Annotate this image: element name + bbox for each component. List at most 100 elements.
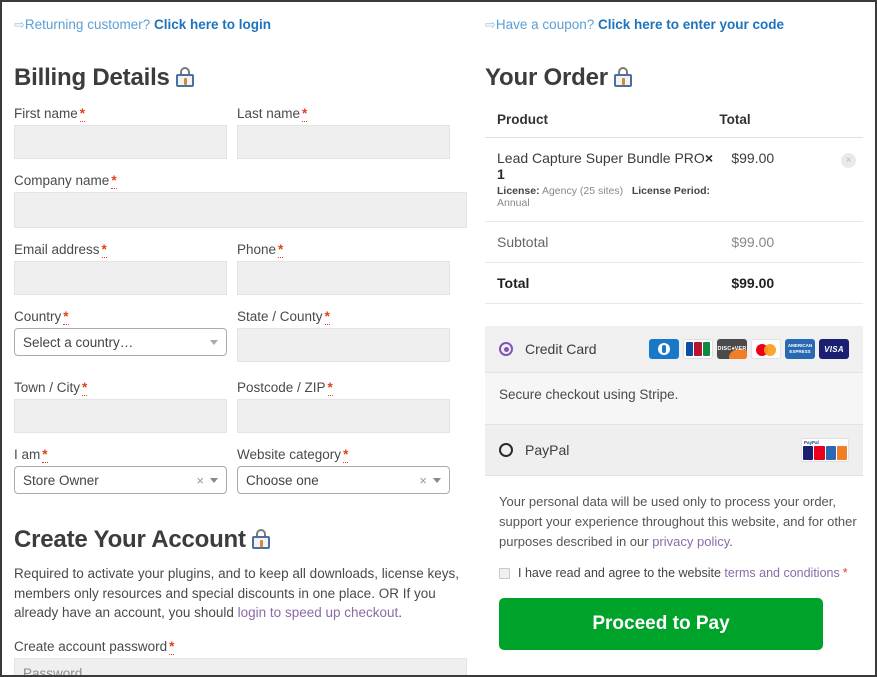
country-label: Country * (14, 309, 227, 325)
i-am-select[interactable]: Store Owner × (14, 466, 227, 494)
country-label-text: Country (14, 309, 62, 324)
i-am-select-value: Store Owner (23, 472, 99, 488)
order-item-name-text: Lead Capture Super Bundle PRO (497, 150, 705, 166)
city-input[interactable] (14, 399, 227, 433)
phone-label: Phone * (237, 242, 450, 258)
visa-icon: VISA (819, 339, 849, 359)
subtotal-value: $99.00 (719, 221, 829, 263)
create-account-description-part2: . (398, 605, 403, 620)
required-marker: * (101, 242, 107, 258)
last-name-field-group: Last name * (237, 106, 450, 159)
required-marker: * (278, 242, 284, 258)
american-express-icon: AMERICAN EXPRESS (785, 339, 815, 359)
last-name-label-text: Last name (237, 106, 301, 121)
required-marker: * (169, 638, 175, 655)
remove-item-icon[interactable]: × (841, 153, 856, 168)
order-item-remove-cell: × (829, 137, 863, 222)
first-name-label: First name * (14, 106, 227, 122)
subtotal-row: Subtotal $99.00 (485, 221, 863, 263)
your-order-heading: Your Order (485, 64, 863, 92)
card-logos: DISC●VER AMERICAN EXPRESS VISA (649, 339, 849, 359)
license-meta-value: Agency (25 sites) (541, 185, 624, 197)
phone-label-text: Phone (237, 242, 277, 257)
website-category-label: Website category * (237, 447, 450, 463)
city-label: Town / City * (14, 380, 227, 396)
terms-text-part1: I have read and agree to the website (518, 566, 725, 580)
last-name-label: Last name * (237, 106, 450, 122)
payment-method-credit-card[interactable]: Credit Card DISC●VER AMERICAN EXPRESS VIS… (485, 326, 863, 373)
state-input[interactable] (237, 328, 450, 362)
order-item-name: Lead Capture Super Bundle PRO× 1 (497, 150, 719, 182)
checkout-page: ⇨Returning customer? Click here to login… (0, 0, 877, 677)
country-field-group: Country * Select a country… (14, 309, 227, 362)
website-category-label-text: Website category (237, 447, 342, 462)
order-column: ⇨Have a coupon? Click here to enter your… (479, 2, 875, 675)
license-meta-key: License: (497, 185, 540, 197)
total-label: Total (485, 262, 720, 304)
payment-methods-box: Credit Card DISC●VER AMERICAN EXPRESS VIS… (485, 326, 863, 476)
total-column-header: Total (719, 106, 829, 138)
postcode-input[interactable] (237, 399, 450, 433)
credit-card-label: Credit Card (525, 341, 597, 357)
login-speed-up-link[interactable]: login to speed up checkout (238, 605, 399, 620)
password-input[interactable] (14, 657, 467, 675)
order-item-meta: License: Agency (25 sites) License Perio… (497, 185, 719, 209)
password-label: Create account password * (14, 638, 467, 655)
i-am-label: I am * (14, 447, 227, 463)
terms-checkbox[interactable] (499, 568, 510, 579)
privacy-policy-link[interactable]: privacy policy (652, 534, 729, 549)
login-link[interactable]: Click here to login (154, 17, 271, 32)
lock-icon (614, 67, 633, 87)
first-name-field-group: First name * (14, 106, 227, 159)
license-period-meta-key: License Period: (631, 185, 711, 197)
email-label-text: Email address (14, 242, 100, 257)
city-field-group: Town / City * (14, 380, 227, 433)
billing-column: ⇨Returning customer? Click here to login… (2, 2, 479, 675)
total-value: $99.00 (719, 262, 829, 304)
order-table-header-row: Product Total (485, 106, 863, 138)
right-arrow-icon: ⇨ (14, 17, 25, 32)
website-category-select[interactable]: Choose one × (237, 466, 450, 494)
required-marker: * (63, 309, 69, 325)
company-name-input[interactable] (14, 192, 467, 228)
order-review-table: Product Total Lead Capture Super Bundle … (485, 106, 863, 304)
country-select-value: Select a country… (23, 334, 134, 350)
paypal-brand-text: PayPal (804, 440, 819, 445)
terms-and-conditions-link[interactable]: terms and conditions (724, 566, 839, 580)
lock-icon (252, 529, 271, 549)
email-input[interactable] (14, 261, 227, 295)
chevron-down-icon (210, 477, 218, 483)
billing-details-heading: Billing Details (14, 64, 467, 92)
coupon-link[interactable]: Click here to enter your code (598, 17, 784, 32)
order-line-item: Lead Capture Super Bundle PRO× 1 License… (485, 137, 863, 222)
order-item-price: $99.00 (719, 137, 829, 222)
state-label-text: State / County (237, 309, 323, 324)
company-name-field-group: Company name * (14, 173, 467, 228)
chevron-down-icon (210, 339, 218, 345)
mastercard-icon (751, 339, 781, 359)
phone-input[interactable] (237, 261, 450, 295)
your-order-heading-text: Your Order (485, 64, 608, 91)
required-marker: * (111, 173, 117, 189)
paypal-icon: PayPal (801, 438, 849, 462)
last-name-input[interactable] (237, 125, 450, 159)
clear-icon[interactable]: × (196, 473, 204, 488)
required-marker: * (82, 380, 88, 396)
returning-customer-notice: ⇨Returning customer? Click here to login (14, 16, 467, 34)
required-marker: * (842, 566, 848, 580)
first-name-input[interactable] (14, 125, 227, 159)
terms-label: I have read and agree to the website ter… (518, 566, 848, 580)
email-label: Email address * (14, 242, 227, 258)
required-marker: * (324, 309, 330, 325)
right-arrow-icon: ⇨ (485, 17, 496, 32)
proceed-to-pay-button[interactable]: Proceed to Pay (499, 598, 823, 650)
total-row: Total $99.00 (485, 262, 863, 304)
clear-icon[interactable]: × (419, 473, 427, 488)
create-account-heading-text: Create Your Account (14, 526, 246, 553)
postcode-label: Postcode / ZIP * (237, 380, 450, 396)
paypal-radio[interactable] (499, 443, 513, 457)
credit-card-radio[interactable] (499, 342, 513, 356)
required-marker: * (42, 447, 48, 463)
payment-method-paypal[interactable]: PayPal PayPal (485, 425, 863, 476)
country-select[interactable]: Select a country… (14, 328, 227, 356)
